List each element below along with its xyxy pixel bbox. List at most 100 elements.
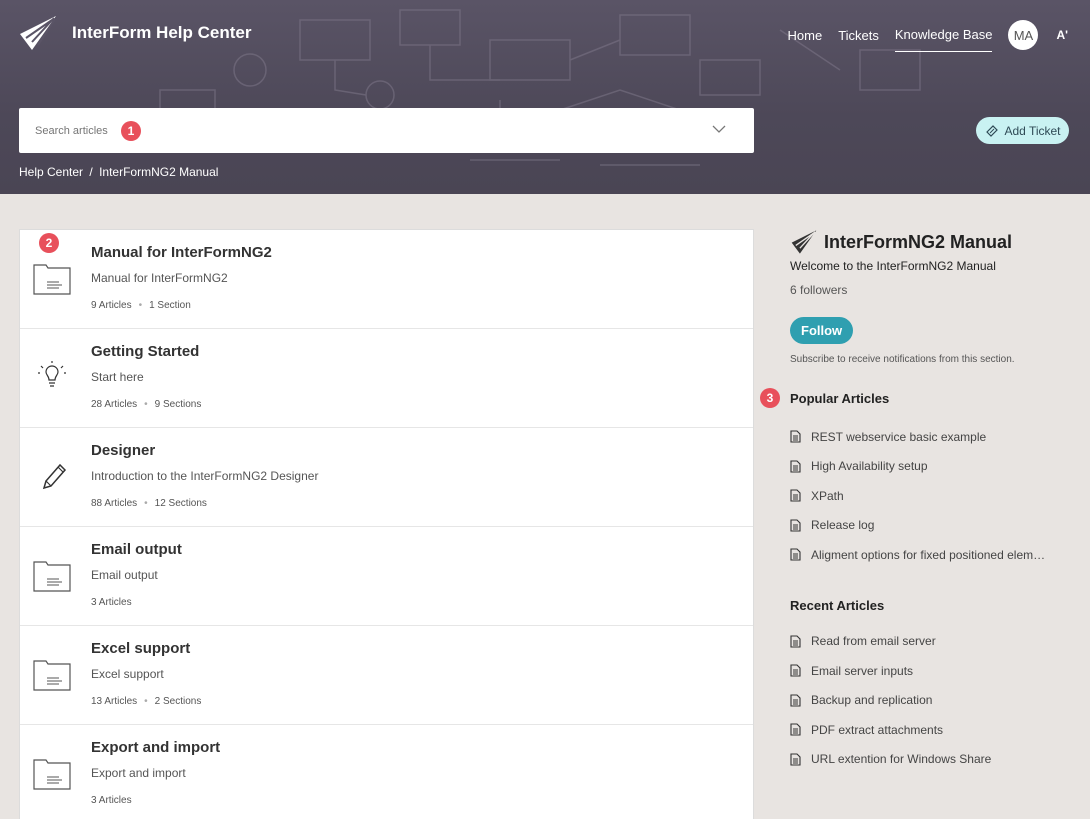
list-item[interactable]: Email server inputs [790,656,1070,686]
folder-icon [33,561,71,592]
annotation-badge-3: 3 [760,388,780,408]
breadcrumb-current[interactable]: InterFormNG2 Manual [99,165,218,179]
folder-icon [33,264,71,295]
document-icon [790,430,801,443]
meta-dot: • [144,696,148,707]
section-sidebar: InterFormNG2 Manual Welcome to the Inter… [760,229,1070,775]
chevron-down-icon[interactable] [712,124,726,134]
list-item[interactable]: Read from email server [790,627,1070,657]
hero-banner: InterForm Help Center Home Tickets Knowl… [0,0,1090,194]
font-size-toggle[interactable]: A' [1056,28,1068,42]
search-input[interactable] [35,124,115,137]
search-bar: 1 [19,108,754,153]
item-articles: 88 Articles [91,498,138,509]
nav-knowledge-base[interactable]: Knowledge Base [894,18,993,52]
popular-articles-list: REST webservice basic example High Avail… [790,422,1070,570]
item-sections: 9 Sections [154,399,202,410]
article-link[interactable]: Email server inputs [811,664,1051,678]
annotation-badge-1: 1 [121,120,141,141]
article-link[interactable]: Aligment options for fixed positioned el… [811,548,1051,562]
item-desc: Introduction to the InterFormNG2 Designe… [91,469,319,483]
list-item[interactable]: High Availability setup [790,452,1070,482]
section-list: 2 Manual for InterFormNG2 Manual for Int… [19,229,754,819]
article-link[interactable]: PDF extract attachments [811,723,1051,737]
article-link[interactable]: High Availability setup [811,459,1051,473]
list-item[interactable]: 2 Manual for InterFormNG2 Manual for Int… [20,230,753,329]
item-meta: 28 Articles • 9 Sections [91,399,201,410]
item-title[interactable]: Export and import [91,739,220,756]
document-icon [790,753,801,766]
brand[interactable]: InterForm Help Center [18,14,251,52]
article-link[interactable]: URL extention for Windows Share [811,752,1051,766]
item-desc: Email output [91,568,158,582]
interform-logo-icon [791,230,817,254]
list-item[interactable]: Aligment options for fixed positioned el… [790,540,1070,570]
ticket-icon [986,124,999,137]
list-item[interactable]: Email output Email output 3 Articles [20,527,753,626]
document-icon [790,694,801,707]
item-meta: 3 Articles [91,597,132,608]
pencil-icon [42,463,67,490]
brand-title: InterForm Help Center [72,23,252,42]
item-title[interactable]: Designer [91,442,155,459]
list-item[interactable]: REST webservice basic example [790,422,1070,452]
sidebar-header: InterFormNG2 Manual [790,229,1070,255]
document-icon [790,664,801,677]
list-item[interactable]: Excel support Excel support 13 Articles … [20,626,753,725]
list-item[interactable]: Getting Started Start here 28 Articles •… [20,329,753,428]
document-icon [790,519,801,532]
item-title[interactable]: Excel support [91,640,190,657]
annotation-badge-2: 2 [39,233,59,253]
sidebar-subtitle: Welcome to the InterFormNG2 Manual [790,259,996,273]
item-title[interactable]: Getting Started [91,343,199,360]
article-link[interactable]: Read from email server [811,634,1051,648]
top-nav: Home Tickets Knowledge Base MA A' [788,18,1068,52]
interform-logo-icon [20,16,56,50]
list-item[interactable]: Backup and replication [790,686,1070,716]
article-link[interactable]: REST webservice basic example [811,430,1051,444]
item-title[interactable]: Manual for InterFormNG2 [91,244,272,261]
followers-count: 6 followers [790,283,848,297]
article-link[interactable]: Backup and replication [811,693,1051,707]
user-avatar[interactable]: MA [1008,20,1039,50]
sidebar-title: InterFormNG2 Manual [824,231,1013,252]
breadcrumb: Help Center / InterFormNG2 Manual [19,165,221,179]
list-item[interactable]: Export and import Export and import 3 Ar… [20,725,753,819]
list-item[interactable]: XPath [790,481,1070,511]
document-icon [790,460,801,473]
list-item[interactable]: Designer Introduction to the InterFormNG… [20,428,753,527]
item-title[interactable]: Email output [91,541,182,558]
item-meta: 13 Articles • 2 Sections [91,696,201,707]
item-meta: 9 Articles • 1 Section [91,300,191,311]
article-link[interactable]: XPath [811,489,1051,503]
popular-heading-label: Popular Articles [790,391,890,406]
list-item[interactable]: Release log [790,511,1070,541]
folder-icon [33,759,71,790]
add-ticket-button[interactable]: Add Ticket [976,117,1069,144]
popular-articles-heading: 3 Popular Articles [760,388,1070,408]
item-desc: Export and import [91,766,186,780]
article-link[interactable]: Release log [811,518,1051,532]
item-articles: 28 Articles [91,399,138,410]
item-meta: 3 Articles [91,795,132,806]
lightbulb-icon [38,361,66,387]
document-icon [790,723,801,736]
document-icon [790,635,801,648]
recent-articles-heading: Recent Articles [790,597,885,613]
item-articles: 3 Articles [91,597,132,608]
follow-button[interactable]: Follow [790,317,854,344]
list-item[interactable]: PDF extract attachments [790,715,1070,745]
item-meta: 88 Articles • 12 Sections [91,498,207,509]
list-item[interactable]: URL extention for Windows Share [790,745,1070,775]
item-desc: Start here [91,370,144,384]
nav-tickets[interactable]: Tickets [838,19,879,52]
breadcrumb-root[interactable]: Help Center [19,165,83,179]
meta-dot: • [138,300,143,311]
recent-articles-list: Read from email server Email server inpu… [790,627,1070,775]
item-sections: 12 Sections [154,498,207,509]
item-sections: 2 Sections [154,696,202,707]
nav-home[interactable]: Home [788,19,823,52]
folder-icon [33,660,71,691]
meta-dot: • [144,498,148,509]
meta-dot: • [144,399,148,410]
